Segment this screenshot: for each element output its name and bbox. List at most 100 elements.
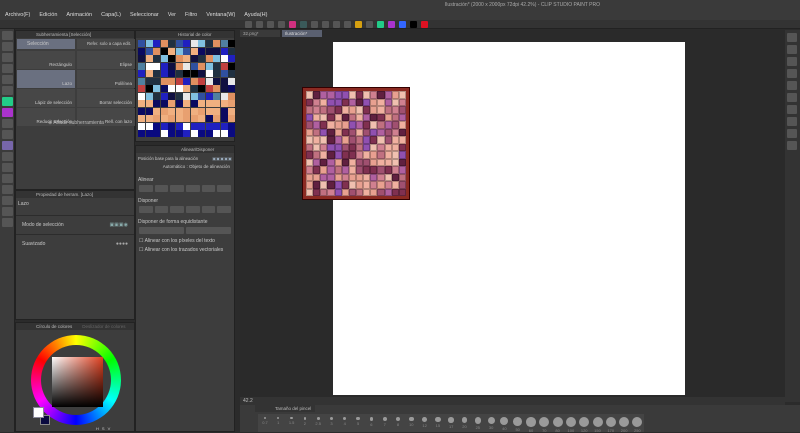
history-swatch[interactable]: [198, 55, 205, 62]
brush-size-preset[interactable]: 25: [470, 414, 485, 432]
history-swatch[interactable]: [220, 62, 228, 70]
history-swatch[interactable]: [198, 47, 205, 55]
history-swatch[interactable]: [153, 130, 160, 137]
command-icon[interactable]: [344, 21, 351, 28]
history-swatch[interactable]: [220, 107, 228, 115]
tool-icon[interactable]: [2, 97, 13, 106]
tool-icon[interactable]: [2, 130, 13, 139]
subtool-polyline[interactable]: Polilínea: [77, 70, 135, 88]
history-swatch[interactable]: [138, 115, 145, 122]
history-swatch[interactable]: [228, 62, 235, 70]
menu-item[interactable]: Edición: [39, 10, 57, 20]
dock-icon[interactable]: [787, 93, 797, 102]
history-swatch[interactable]: [168, 130, 175, 137]
command-icon[interactable]: [300, 21, 307, 28]
tool-icon[interactable]: [2, 174, 13, 183]
command-icon[interactable]: [366, 21, 373, 28]
command-icon[interactable]: [399, 21, 406, 28]
history-swatch[interactable]: [220, 100, 228, 107]
brush-size-preset[interactable]: 7: [377, 414, 392, 432]
dock-icon[interactable]: [787, 141, 797, 150]
history-swatch[interactable]: [160, 92, 168, 100]
tool-icon[interactable]: [2, 86, 13, 95]
history-swatch[interactable]: [168, 62, 175, 70]
history-swatch[interactable]: [183, 92, 190, 100]
history-swatch[interactable]: [153, 100, 160, 107]
tool-icon[interactable]: [2, 207, 13, 216]
brush-size-preset[interactable]: 120: [577, 414, 592, 433]
brush-size-preset[interactable]: 15: [430, 414, 445, 432]
dock-icon[interactable]: [787, 81, 797, 90]
history-swatch[interactable]: [198, 85, 205, 92]
history-swatch[interactable]: [198, 40, 205, 47]
history-swatch[interactable]: [160, 115, 168, 122]
add-subtool-button[interactable]: ⊕ Añadir subherramienta: [48, 120, 104, 126]
history-swatch[interactable]: [198, 70, 205, 77]
history-swatch[interactable]: [183, 77, 190, 85]
history-swatch[interactable]: [138, 77, 145, 85]
dock-icon[interactable]: [787, 57, 797, 66]
history-swatch[interactable]: [190, 55, 198, 62]
history-swatch[interactable]: [198, 77, 205, 85]
history-swatch[interactable]: [183, 70, 190, 77]
subtool-selection-pen[interactable]: Lápiz de selección: [17, 89, 75, 107]
history-swatch[interactable]: [190, 85, 198, 92]
subtool-lasso[interactable]: Lazo: [17, 70, 75, 88]
command-icon[interactable]: [311, 21, 318, 28]
history-swatch[interactable]: [168, 47, 175, 55]
history-swatch[interactable]: [183, 47, 190, 55]
history-swatch[interactable]: [198, 92, 205, 100]
history-swatch[interactable]: [228, 70, 235, 77]
history-swatch[interactable]: [160, 70, 168, 77]
history-swatch[interactable]: [138, 85, 145, 92]
history-swatch[interactable]: [220, 40, 228, 47]
history-swatch[interactable]: [153, 107, 160, 115]
command-icon[interactable]: [278, 21, 285, 28]
history-swatch[interactable]: [183, 122, 190, 130]
history-swatch[interactable]: [138, 107, 145, 115]
saturation-value-square[interactable]: [52, 357, 103, 407]
history-swatch[interactable]: [145, 122, 153, 130]
zoom-level[interactable]: 42.2: [243, 398, 253, 404]
menu-item[interactable]: Archivo(F): [5, 10, 30, 20]
history-swatch[interactable]: [153, 85, 160, 92]
history-swatch[interactable]: [160, 62, 168, 70]
brush-size-preset[interactable]: 60: [524, 414, 538, 433]
equal-buttons[interactable]: [136, 227, 234, 234]
history-swatch[interactable]: [205, 85, 213, 92]
history-swatch[interactable]: [145, 70, 153, 77]
menu-item[interactable]: Capa(L): [101, 10, 121, 20]
history-swatch[interactable]: [228, 122, 235, 130]
history-swatch[interactable]: [153, 77, 160, 85]
brush-size-preset[interactable]: 0.7: [258, 414, 272, 432]
dock-icon[interactable]: [787, 117, 797, 126]
tool-icon[interactable]: [2, 196, 13, 205]
command-icon[interactable]: [289, 21, 296, 28]
history-swatch[interactable]: [213, 85, 220, 92]
brush-size-preset[interactable]: 100: [563, 414, 578, 433]
command-icon[interactable]: [421, 21, 428, 28]
history-swatch[interactable]: [153, 115, 160, 122]
history-swatch[interactable]: [168, 70, 175, 77]
history-swatch[interactable]: [153, 40, 160, 47]
history-swatch[interactable]: [213, 77, 220, 85]
brush-size-preset[interactable]: 4: [337, 414, 352, 432]
history-swatch[interactable]: [160, 122, 168, 130]
history-swatch[interactable]: [175, 100, 183, 107]
history-swatch[interactable]: [168, 122, 175, 130]
history-swatch[interactable]: [228, 85, 235, 92]
command-icon[interactable]: [245, 21, 252, 28]
history-swatch[interactable]: [205, 40, 213, 47]
dock-icon[interactable]: [787, 69, 797, 78]
history-swatch[interactable]: [213, 100, 220, 107]
tool-icon[interactable]: [2, 185, 13, 194]
history-swatch[interactable]: [198, 62, 205, 70]
history-swatch[interactable]: [153, 47, 160, 55]
history-swatch[interactable]: [153, 70, 160, 77]
brush-size-preset[interactable]: 40: [497, 414, 512, 432]
dock-icon[interactable]: [787, 129, 797, 138]
history-swatch[interactable]: [168, 115, 175, 122]
tool-icon[interactable]: [2, 42, 13, 51]
command-icon[interactable]: [333, 21, 340, 28]
tool-icon[interactable]: [2, 119, 13, 128]
